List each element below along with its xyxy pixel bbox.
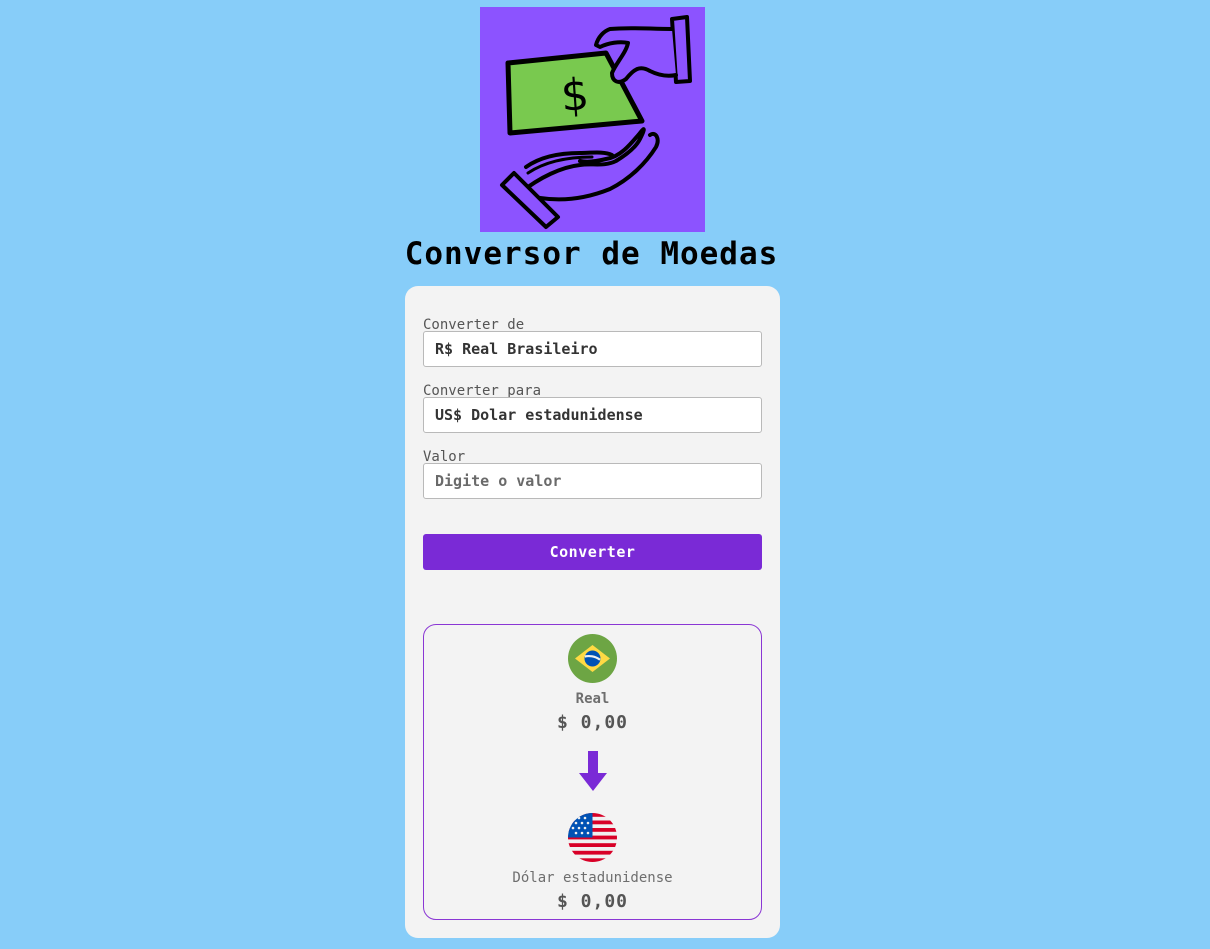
source-currency-name: Real [575, 691, 610, 707]
source-currency-value: $ 0,00 [556, 712, 629, 733]
logo: $ [480, 7, 705, 232]
amount-input[interactable] [424, 464, 761, 498]
from-currency-select[interactable]: R$ Real Brasileiro [423, 331, 762, 367]
money-exchange-hands-icon: $ [500, 15, 692, 229]
from-currency-label: Converter de [423, 317, 525, 333]
to-currency-select[interactable]: US$ Dolar estadunidense [423, 397, 762, 433]
to-currency-label: Converter para [423, 383, 542, 399]
brazil-flag-icon [568, 634, 617, 683]
page-title: Conversor de Moedas [404, 236, 779, 272]
from-currency-value: R$ Real Brasileiro [435, 340, 598, 358]
svg-text:$: $ [559, 69, 590, 122]
converter-card: Converter de R$ Real Brasileiro Converte… [405, 286, 780, 938]
convert-button[interactable]: Converter [423, 534, 762, 570]
arrow-down-icon [579, 751, 607, 791]
conversion-result-box: Real $ 0,00 Dólar estadunidense $ 0,00 [423, 624, 762, 920]
target-currency-name: Dólar estadunidense [512, 870, 673, 886]
usa-flag-icon [568, 813, 617, 862]
amount-label: Valor [423, 449, 466, 465]
to-currency-value: US$ Dolar estadunidense [435, 406, 643, 424]
amount-field-box [423, 463, 762, 499]
target-currency-value: $ 0,00 [556, 891, 629, 912]
